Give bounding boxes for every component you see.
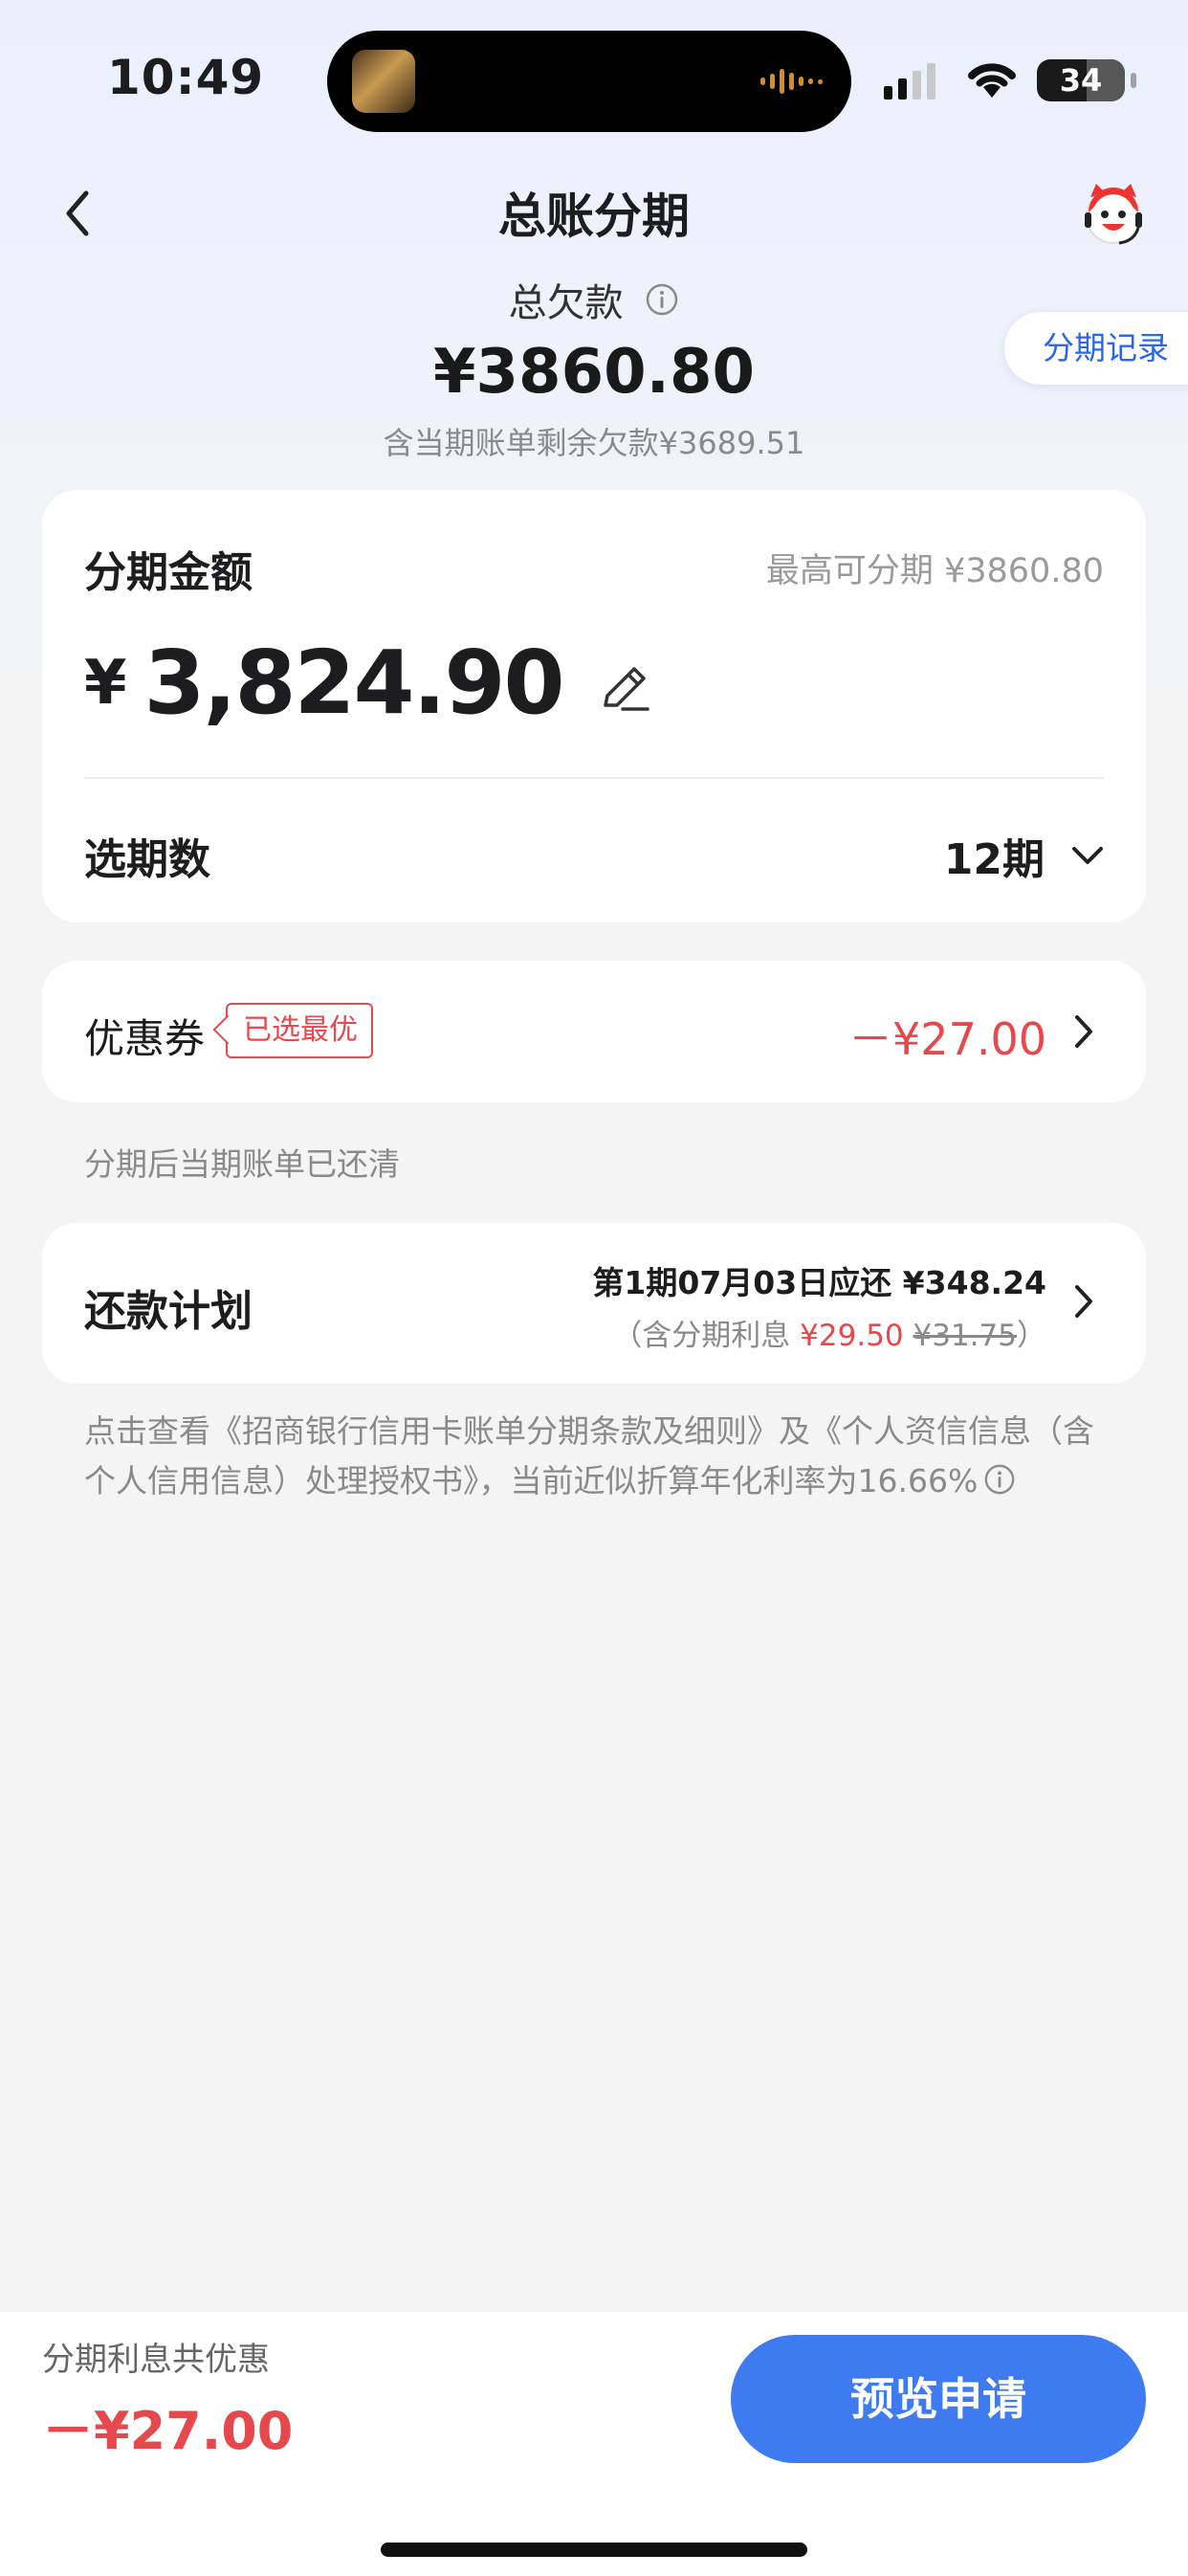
installment-card: 分期金额 最高可分期 ¥3860.80 ¥ 3,824.90 选期数 12期 [42,490,1146,922]
first-payment-text: 第1期07月03日应还 ¥348.24 [592,1264,1046,1301]
status-time: 10:49 [107,50,265,105]
now-playing-thumbnail [352,50,415,113]
coupon-label: 优惠券 [84,1015,206,1062]
original-interest: ¥31.75 [913,1319,1017,1353]
repayment-plan-card[interactable]: 还款计划 第1期07月03日应还 ¥348.24 （含分期利息 ¥29.50 ¥… [42,1223,1146,1384]
dynamic-island [327,31,851,132]
battery-level: 34 [1059,62,1103,99]
coupon-discount: －¥27.00 [848,1013,1046,1065]
chevron-down-icon [1072,847,1103,864]
audio-wave-icon [760,67,823,96]
terms-link-text[interactable]: 点击查看《招商银行信用卡账单分期条款及细则》及《个人资信信息（含个人信用信息）处… [84,1412,1094,1499]
battery-icon: 34 [1037,59,1136,101]
chevron-right-icon [1075,1285,1092,1318]
installment-amount-label: 分期金额 [84,548,253,597]
after-installment-note: 分期后当期账单已还清 [84,1145,400,1183]
chevron-right-icon [1075,1015,1092,1048]
best-selected-badge-text: 已选最优 [243,1013,358,1047]
installment-amount-row: ¥ 3,824.90 [84,632,653,734]
info-icon[interactable] [983,1463,1016,1496]
interest-amount: ¥29.50 [800,1319,904,1353]
bottom-action-bar: 分期利息共优惠 －¥27.00 预览申请 [0,2312,1188,2576]
total-owed-note: 含当期账单剩余欠款¥3689.51 [383,425,805,461]
total-owed-heading: 总欠款 [0,272,1188,327]
info-icon[interactable] [645,282,679,317]
installment-amount-value[interactable]: 3,824.90 [144,632,565,734]
cellular-signal-icon [884,63,935,100]
card-divider [84,777,1104,779]
interest-discount-label: 分期利息共优惠 [42,2341,270,2379]
max-installment-text: 最高可分期 ¥3860.80 [765,552,1104,590]
edit-icon[interactable] [596,659,653,717]
home-indicator[interactable] [381,2543,807,2557]
customer-service-mascot-icon[interactable] [1075,178,1152,255]
interest-suffix: ） [1017,1319,1046,1353]
period-label: 选期数 [84,835,210,884]
repayment-plan-label: 还款计划 [84,1287,253,1336]
period-selector[interactable]: 12期 [944,825,1104,886]
installment-record-button[interactable]: 分期记录 [1004,312,1188,385]
interest-detail: （含分期利息 ¥29.50 ¥31.75） [612,1311,1046,1354]
interest-prefix: （含分期利息 [612,1319,801,1353]
terms-text[interactable]: 点击查看《招商银行信用卡账单分期条款及细则》及《个人资信信息（含个人信用信息）处… [84,1407,1117,1506]
preview-apply-button[interactable]: 预览申请 [731,2335,1146,2463]
coupon-card[interactable]: 优惠券 已选最优 －¥27.00 [42,961,1146,1102]
period-value: 12期 [943,835,1045,884]
total-owed-label: 总欠款 [508,281,624,325]
best-selected-badge: 已选最优 [226,1003,373,1058]
page-title: 总账分期 [498,189,690,244]
currency-symbol: ¥ [84,647,127,719]
wifi-icon [968,63,1016,98]
interest-discount-amount: －¥27.00 [42,2401,294,2461]
